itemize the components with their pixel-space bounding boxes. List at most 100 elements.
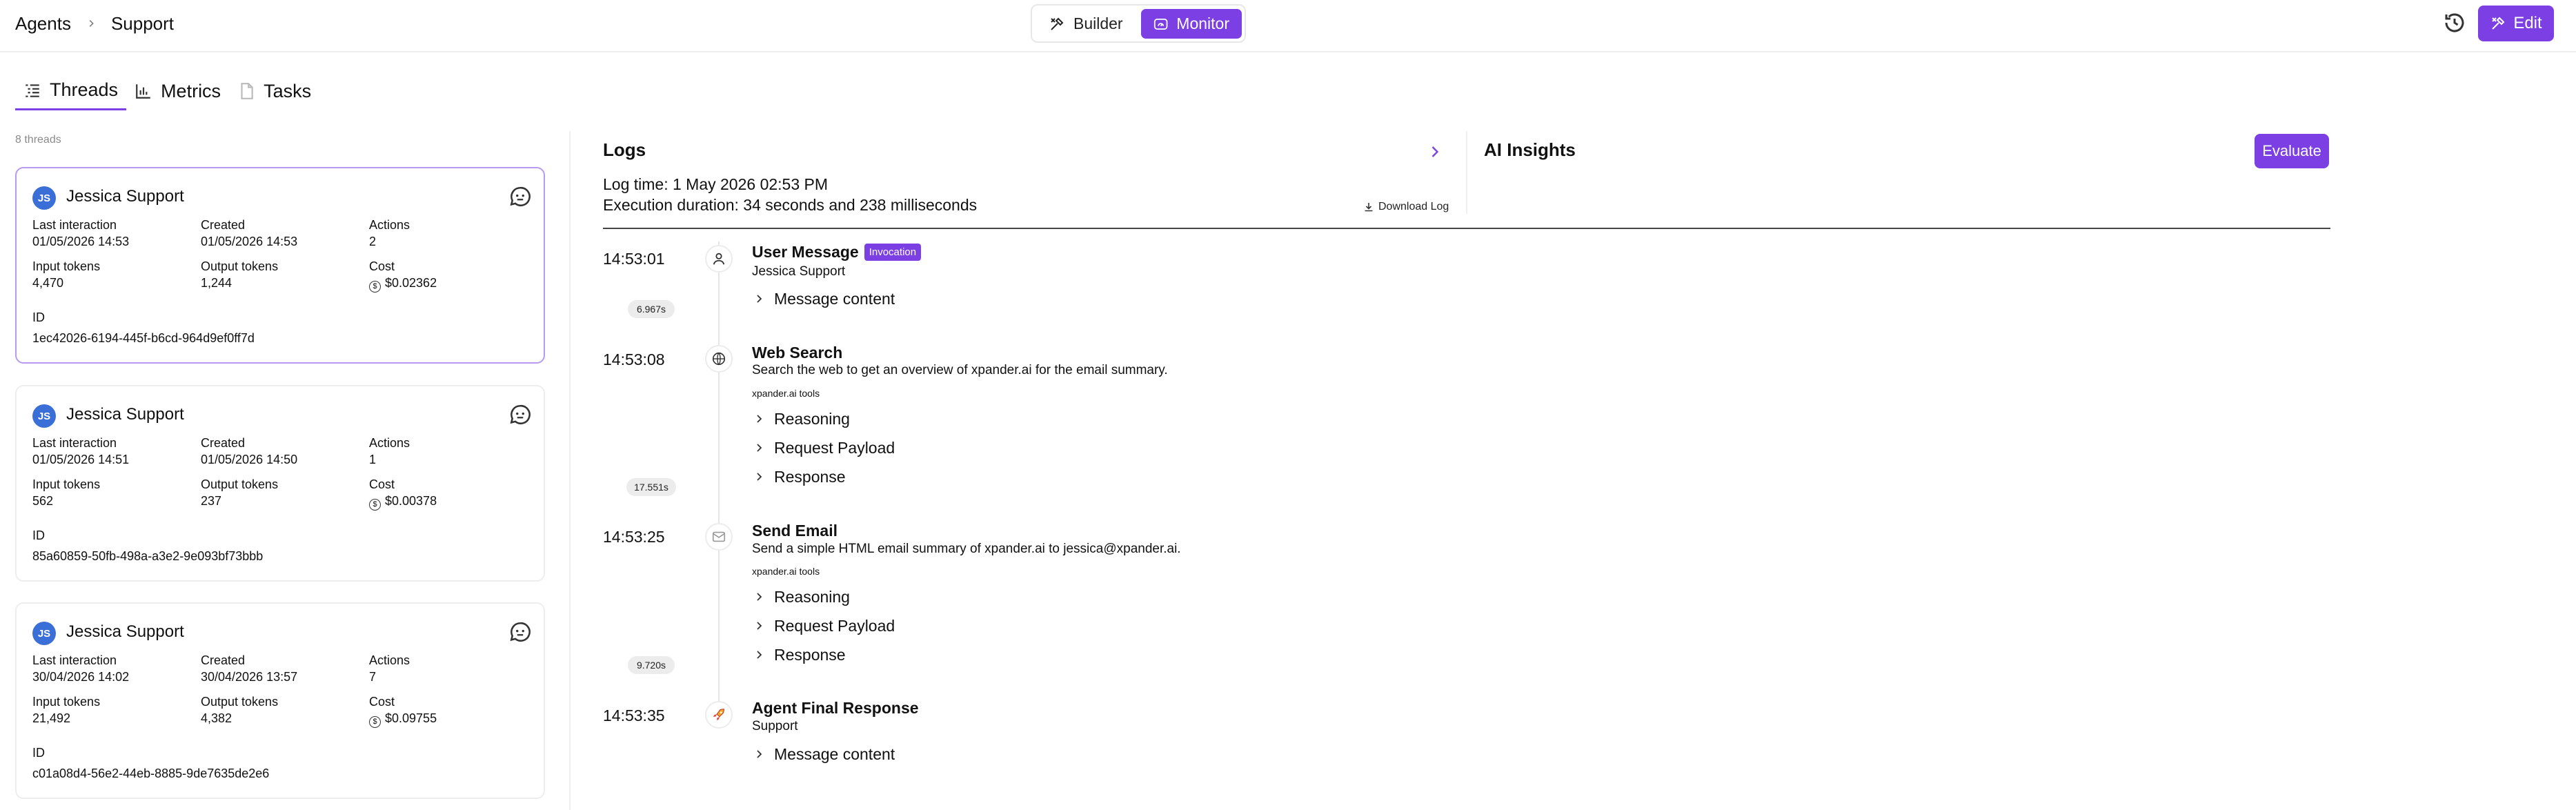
tab-tasks[interactable]: Tasks <box>229 72 319 110</box>
event-title: User Message Invocation <box>752 243 922 261</box>
thread-card[interactable]: JS Jessica Support Last interaction 01/05… <box>15 167 545 364</box>
tab-threads-label: Threads <box>50 79 119 100</box>
thread-id: ID 85a60859-50fb-498a-a3e2-9e093bf73bbb <box>32 529 264 563</box>
input-tokens: Input tokens 562 <box>32 477 101 508</box>
execution-duration: Execution duration: 34 seconds and 238 m… <box>603 196 978 214</box>
bot-icon <box>510 186 531 206</box>
thread-name: Jessica Support <box>66 622 184 641</box>
cost: Cost $ $0.02362 <box>369 258 437 293</box>
event-time: 14:53:25 <box>603 528 665 546</box>
actions: Actions 7 <box>369 653 410 684</box>
edit-button[interactable]: Edit <box>2478 6 2554 41</box>
log-time: Log time: 1 May 2026 02:53 PM <box>603 175 829 193</box>
output-tokens: Output tokens 4,382 <box>201 695 279 725</box>
request-payload-expander[interactable]: Request Payload <box>753 437 895 458</box>
tools-icon <box>1051 17 1064 30</box>
chevron-right-icon[interactable] <box>1425 142 1445 161</box>
bar-chart-icon <box>136 84 150 99</box>
last-interaction: Last interaction 01/05/2026 14:51 <box>32 436 130 466</box>
user-icon <box>713 253 725 265</box>
message-content-expander[interactable]: Message content <box>753 744 895 764</box>
timeline-line <box>718 241 720 718</box>
breadcrumb-current: Support <box>110 12 175 34</box>
response-expander[interactable]: Response <box>753 466 846 487</box>
monitor-label: Monitor <box>1176 14 1229 32</box>
builder-button[interactable]: Builder <box>1036 9 1144 39</box>
request-payload-expander[interactable]: Request Payload <box>753 615 895 636</box>
dollar-icon: $ <box>369 281 381 293</box>
tab-metrics-label: Metrics <box>161 80 221 101</box>
download-icon <box>1365 203 1373 212</box>
thread-count: 8 threads <box>15 134 61 146</box>
thread-card[interactable]: JS Jessica Support Last interaction 01/05… <box>15 385 545 582</box>
duration-pill: 17.551s <box>626 478 676 496</box>
globe-icon <box>712 352 726 366</box>
event-subtitle: Jessica Support <box>752 264 846 279</box>
output-tokens: Output tokens 237 <box>201 477 279 508</box>
event-tools: xpander.ai tools <box>752 388 820 399</box>
history-icon[interactable] <box>2442 10 2467 35</box>
event-title: Web Search <box>752 344 843 362</box>
event-node <box>705 245 733 273</box>
tab-metrics[interactable]: Metrics <box>126 72 229 110</box>
list-icon <box>26 83 39 97</box>
cost: Cost $ $0.09755 <box>369 693 437 728</box>
chevron-right-icon <box>757 415 762 423</box>
monitor-button[interactable]: Monitor <box>1141 9 1242 39</box>
view-tabs: Threads Metrics Tasks <box>15 72 319 113</box>
thread-id: ID 1ec42026-6194-445f-b6cd-964d9ef0ff7d <box>32 310 255 345</box>
actions: Actions 1 <box>369 436 410 466</box>
breadcrumb-agents[interactable]: Agents <box>15 13 71 34</box>
chevron-right-icon <box>757 750 762 758</box>
thread-name: Jessica Support <box>66 187 184 206</box>
event-node <box>705 701 733 729</box>
tab-threads[interactable]: Threads <box>15 72 127 110</box>
event-subtitle: Send a simple HTML email summary of xpan… <box>752 542 1181 556</box>
chevron-right-icon <box>757 295 762 303</box>
created: Created 01/05/2026 14:50 <box>201 436 298 466</box>
event-time: 14:53:08 <box>603 350 665 368</box>
created: Created 01/05/2026 14:53 <box>201 218 298 248</box>
last-interaction: Last interaction 30/04/2026 14:02 <box>32 653 130 684</box>
download-log-label: Download Log <box>1378 201 1449 213</box>
event-node <box>705 523 733 551</box>
event-title: Agent Final Response <box>752 699 919 717</box>
message-content-expander[interactable]: Message content <box>753 288 895 309</box>
bot-icon <box>510 622 531 642</box>
input-tokens: Input tokens 4,470 <box>32 259 101 290</box>
avatar: JS <box>32 404 56 428</box>
last-interaction: Last interaction 01/05/2026 14:53 <box>32 218 130 248</box>
thread-card[interactable]: JS Jessica Support Last interaction 30/04… <box>15 602 545 799</box>
chevron-right-icon <box>89 20 94 27</box>
event-node <box>705 345 733 373</box>
avatar: JS <box>32 186 56 210</box>
breadcrumb: Agents Support <box>15 10 174 37</box>
ai-insights-title: AI Insights <box>1484 139 1576 160</box>
dollar-icon: $ <box>369 716 381 728</box>
output-tokens: Output tokens 1,244 <box>201 259 279 290</box>
top-bar: Agents Support Builder Monitor Edit <box>0 0 2576 52</box>
invocation-badge: Invocation <box>864 244 922 261</box>
dollar-icon: $ <box>369 499 381 511</box>
download-log-button[interactable]: Download Log <box>1363 199 1449 215</box>
chevron-right-icon <box>757 473 762 481</box>
document-icon <box>241 83 253 99</box>
tools-icon <box>2492 17 2505 30</box>
event-time: 14:53:35 <box>603 707 665 724</box>
response-expander[interactable]: Response <box>753 644 846 665</box>
reasoning-expander[interactable]: Reasoning <box>753 586 850 607</box>
event-title: Send Email <box>752 522 838 540</box>
cost: Cost $ $0.00378 <box>369 476 437 511</box>
avatar: JS <box>32 622 56 645</box>
event-tools: xpander.ai tools <box>752 566 820 577</box>
evaluate-button[interactable]: Evaluate <box>2255 134 2329 168</box>
event-subtitle: Search the web to get an overview of xpa… <box>752 363 1168 377</box>
reasoning-expander[interactable]: Reasoning <box>753 408 850 429</box>
mode-switch: Builder Monitor <box>1031 4 1246 43</box>
duration-pill: 6.967s <box>628 300 675 318</box>
thread-name: Jessica Support <box>66 405 184 424</box>
thread-id: ID c01a08d4-56e2-44eb-8885-9de7635de2e6 <box>32 746 270 780</box>
chevron-right-icon <box>757 593 762 601</box>
actions: Actions 2 <box>369 218 410 248</box>
builder-label: Builder <box>1073 14 1123 32</box>
